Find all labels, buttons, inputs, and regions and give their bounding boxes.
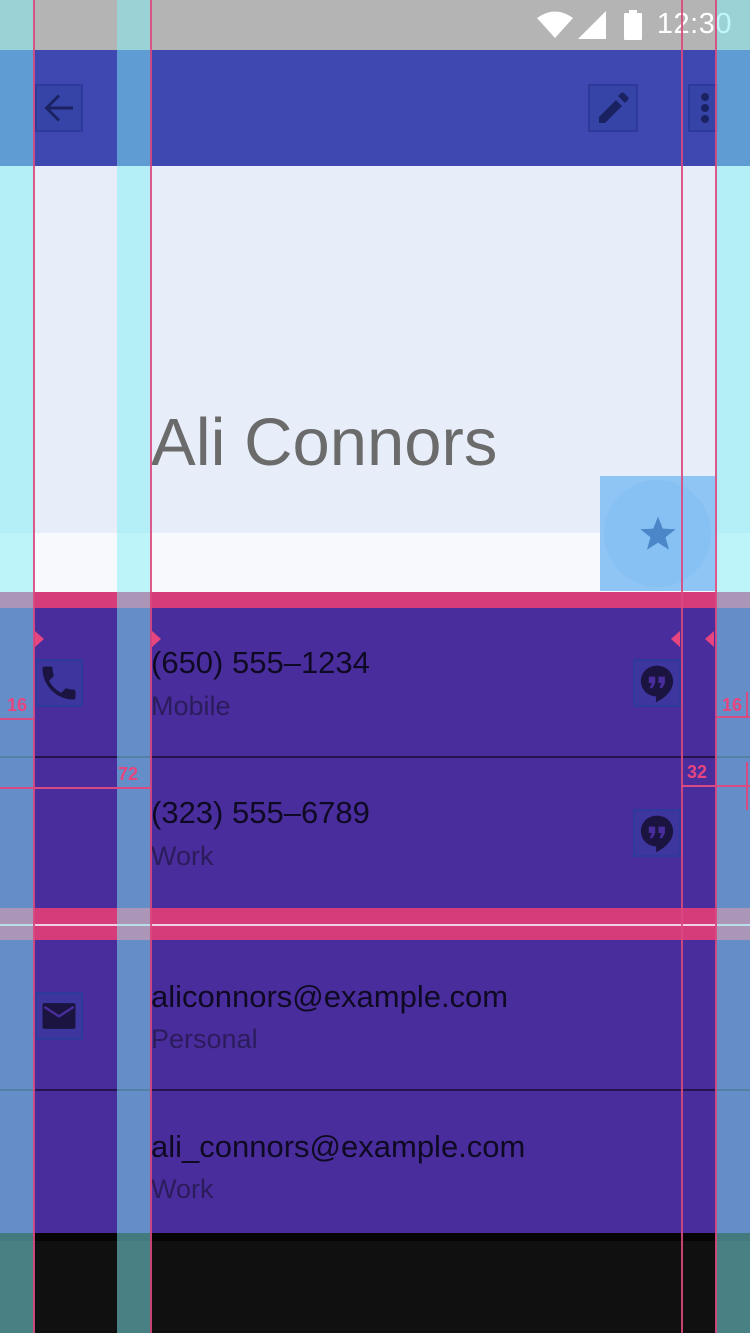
keyline-16-left — [33, 0, 35, 1333]
keyline-marker — [35, 631, 44, 647]
section-spacer-middle-lower — [0, 926, 750, 940]
phone-number-work: (323) 555–6789 — [151, 795, 370, 830]
edit-button[interactable] — [588, 84, 638, 132]
hangouts-button-mobile[interactable] — [633, 659, 681, 707]
phone-type-work: Work — [151, 841, 214, 871]
battery-icon — [624, 10, 642, 40]
keyline-16-right — [715, 0, 717, 1333]
content-margin-overlay — [117, 0, 150, 1333]
measure-line — [682, 785, 750, 787]
star-icon — [640, 516, 676, 550]
wifi-icon — [537, 11, 573, 38]
measure-label-left-margin: 16 — [7, 695, 28, 715]
keyline-72 — [150, 0, 152, 1333]
measure-line — [746, 762, 748, 810]
list-item-email-personal[interactable] — [0, 941, 750, 1090]
measure-label-content-inset: 72 — [118, 764, 139, 784]
cell-signal-icon — [578, 11, 606, 39]
phone-type-mobile: Mobile — [151, 691, 231, 721]
measure-line — [0, 718, 34, 720]
phone-icon — [42, 666, 76, 700]
right-margin-overlay — [716, 0, 750, 1333]
contact-name: Ali Connors — [151, 405, 498, 480]
bottom-area — [0, 1233, 750, 1333]
section-spacer-top — [0, 592, 750, 608]
keyline-32-right — [681, 0, 683, 1333]
keyline-marker — [705, 631, 714, 647]
email-icon — [42, 1003, 76, 1029]
arrow-back-icon — [44, 94, 73, 122]
section-spacer-middle — [0, 908, 750, 924]
email-type-personal: Personal — [151, 1024, 258, 1054]
left-margin-overlay — [0, 0, 34, 1333]
edit-pencil-icon — [599, 92, 629, 123]
email-type-work: Work — [151, 1174, 214, 1204]
phone-icon-box — [35, 659, 83, 707]
bottom-edge — [0, 1233, 750, 1241]
more-vert-icon — [701, 93, 709, 123]
more-options-button[interactable] — [688, 84, 718, 132]
hangouts-icon — [640, 815, 674, 853]
measure-label-action-inset: 32 — [687, 762, 708, 782]
email-icon-box — [35, 992, 83, 1040]
favorite-fab[interactable] — [604, 480, 711, 587]
measure-label-right-margin: 16 — [722, 695, 743, 715]
status-bar: 12:30 — [0, 0, 750, 50]
back-button[interactable] — [35, 84, 83, 132]
email-address-work: ali_connors@example.com — [151, 1129, 526, 1164]
hangouts-button-work[interactable] — [633, 809, 681, 857]
measure-line — [746, 692, 748, 716]
keyline-marker — [152, 631, 161, 647]
phone-number-mobile: (650) 555–1234 — [151, 645, 370, 680]
measure-line — [0, 787, 151, 789]
keyline-marker — [671, 631, 680, 647]
email-address-personal: aliconnors@example.com — [151, 979, 509, 1014]
measure-line — [716, 716, 750, 718]
hangouts-icon — [640, 665, 674, 703]
